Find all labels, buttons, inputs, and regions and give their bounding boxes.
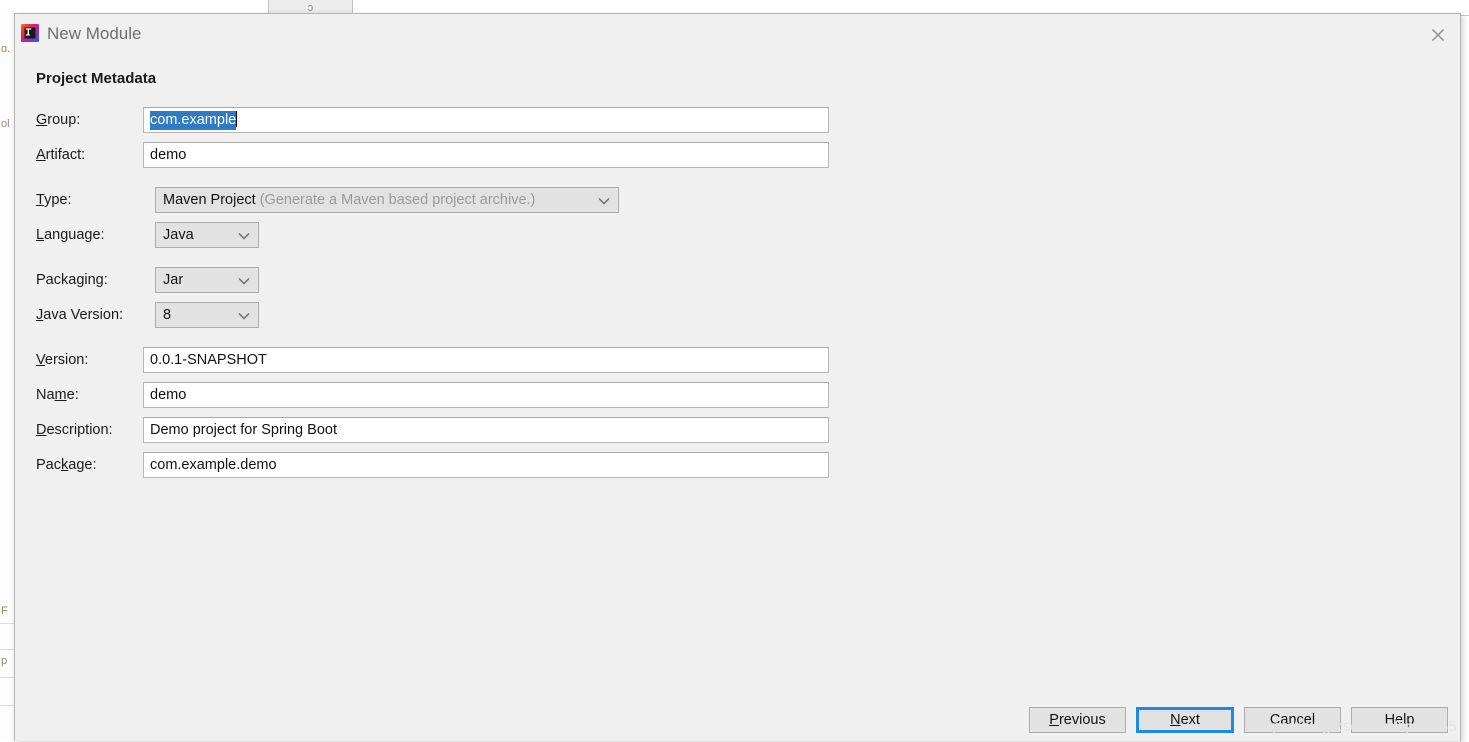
version-input[interactable]	[143, 347, 829, 373]
name-input[interactable]	[143, 382, 829, 408]
language-combobox[interactable]: Java	[155, 222, 259, 248]
form-row-name: Name:	[15, 382, 1460, 408]
previous-button[interactable]: Previous	[1029, 707, 1126, 733]
java-version-combobox[interactable]: 8	[155, 302, 259, 328]
package-input[interactable]	[143, 452, 829, 478]
java-version-label: Java Version:	[36, 302, 123, 328]
language-label: Language:	[36, 222, 105, 248]
dialog-button-bar: Previous Next Cancel Help	[15, 695, 1460, 742]
background-panel-divider	[0, 677, 14, 678]
background-panel-divider	[0, 705, 14, 706]
form-row-packaging: Packaging: Jar	[15, 267, 1460, 293]
form-row-group: Group: com.example	[15, 107, 1460, 133]
description-input[interactable]	[143, 417, 829, 443]
group-input-value: com.example	[150, 111, 236, 130]
background-panel-divider	[0, 649, 14, 650]
background-panel-row: p	[0, 655, 14, 673]
language-combobox-value: Java	[163, 227, 194, 243]
background-panel-row: ɑ.	[0, 43, 14, 61]
group-label: Group:	[36, 107, 80, 133]
type-combobox-value: Maven Project	[163, 192, 256, 208]
chevron-down-icon	[238, 223, 250, 248]
form-row-type: Type: Maven Project (Generate a Maven ba…	[15, 187, 1460, 213]
artifact-label: Artifact:	[36, 142, 85, 168]
group-input-wrapper[interactable]: com.example	[143, 107, 829, 133]
next-button[interactable]: Next	[1136, 707, 1234, 733]
new-module-dialog: New Module Project Metadata Group: com.e…	[14, 13, 1461, 741]
packaging-combobox[interactable]: Jar	[155, 267, 259, 293]
artifact-input[interactable]	[143, 142, 829, 168]
form-row-package: Package:	[15, 452, 1460, 478]
version-label: Version:	[36, 347, 88, 373]
form-row-version: Version:	[15, 347, 1460, 373]
close-icon[interactable]	[1424, 22, 1452, 48]
packaging-combobox-value: Jar	[163, 272, 183, 288]
background-panel-row: ol	[0, 118, 14, 136]
type-combobox[interactable]: Maven Project (Generate a Maven based pr…	[155, 187, 619, 213]
name-label: Name:	[36, 382, 79, 408]
java-version-combobox-value: 8	[163, 307, 171, 323]
chevron-down-icon	[238, 268, 250, 293]
form-row-language: Language: Java	[15, 222, 1460, 248]
description-label: Description:	[36, 417, 113, 443]
background-left-tool-panel: ɑ. ol F p	[0, 15, 15, 741]
chevron-down-icon	[598, 188, 610, 213]
cancel-button[interactable]: Cancel	[1244, 707, 1341, 733]
background-panel-row: F	[0, 605, 14, 623]
help-button[interactable]: Help	[1351, 707, 1448, 733]
package-label: Package:	[36, 452, 96, 478]
form-row-description: Description:	[15, 417, 1460, 443]
form-row-java-version: Java Version: 8	[15, 302, 1460, 328]
background-panel-divider	[0, 623, 14, 624]
intellij-idea-icon	[20, 23, 40, 43]
form-row-artifact: Artifact:	[15, 142, 1460, 168]
dialog-title: New Module	[47, 24, 142, 44]
chevron-down-icon	[238, 303, 250, 328]
type-label: Type:	[36, 187, 71, 213]
page-title: Project Metadata	[36, 70, 156, 87]
packaging-label: Packaging:	[36, 267, 108, 293]
type-combobox-hint: (Generate a Maven based project archive.…	[260, 192, 536, 208]
text-caret	[236, 111, 237, 127]
group-input[interactable]: com.example	[143, 107, 829, 133]
dialog-title-bar: New Module	[15, 14, 1460, 52]
